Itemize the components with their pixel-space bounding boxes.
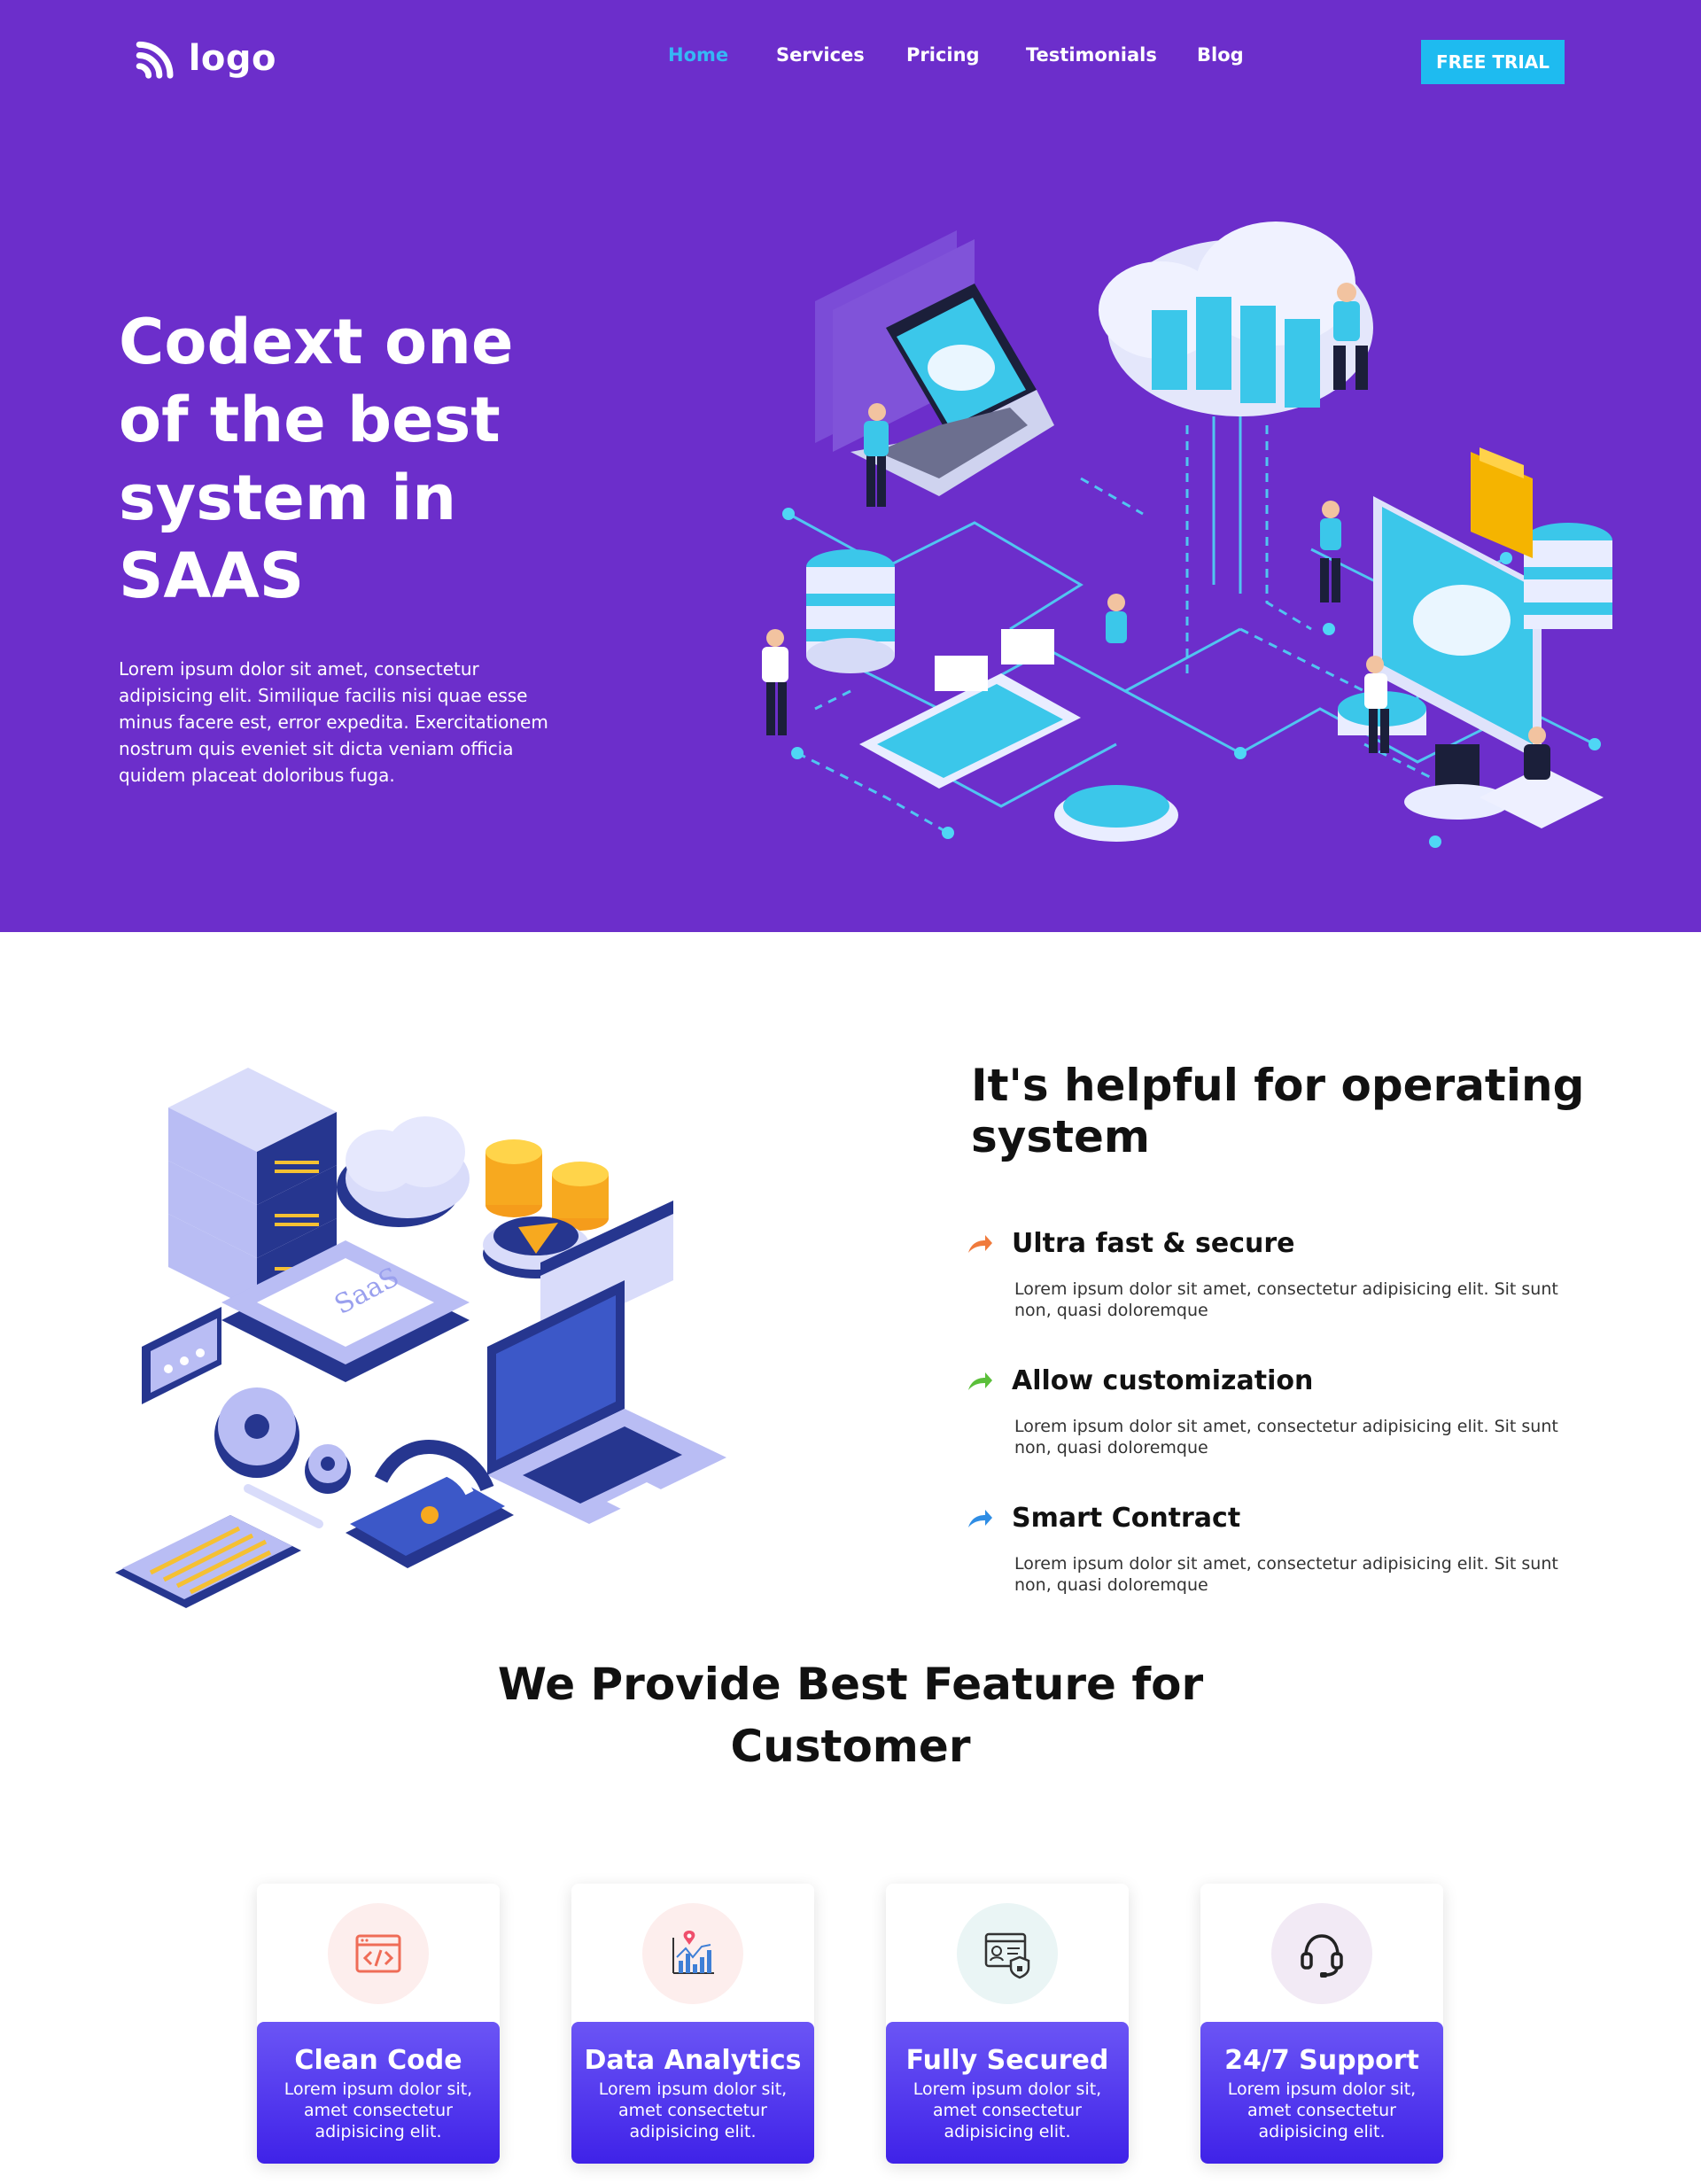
headset-icon xyxy=(1301,1934,1343,1978)
card-body: Clean Code Lorem ipsum dolor sit, amet c… xyxy=(257,2022,500,2164)
feature-title: Allow customization xyxy=(1012,1365,1314,1396)
feature-customization: Allow customization Lorem ipsum dolor si… xyxy=(966,1365,1568,1458)
card-icon-circle xyxy=(642,1903,743,2004)
analytics-icon xyxy=(672,1931,714,1974)
hero-illustration xyxy=(762,222,1612,848)
nav-pricing[interactable]: Pricing xyxy=(906,44,980,66)
feature-card-support[interactable]: 24/7 Support Lorem ipsum dolor sit, amet… xyxy=(1200,1884,1443,2164)
feature-text: Lorem ipsum dolor sit amet, consectetur … xyxy=(1014,1417,1558,1457)
nav-blog[interactable]: Blog xyxy=(1197,44,1244,66)
feature-text: Lorem ipsum dolor sit amet, consectetur … xyxy=(1014,1279,1558,1320)
card-text: Lorem ipsum dolor sit, amet consectetur … xyxy=(598,2079,788,2141)
nav-home[interactable]: Home xyxy=(668,44,728,66)
hero-section: logo Home Services Pricing Testimonials … xyxy=(0,0,1701,932)
card-title: Fully Secured xyxy=(905,2045,1109,2076)
card-text: Lorem ipsum dolor sit, amet consectetur … xyxy=(913,2079,1102,2141)
security-icon xyxy=(984,1932,1030,1979)
nav-testimonials[interactable]: Testimonials xyxy=(1026,44,1157,66)
card-text: Lorem ipsum dolor sit, amet consectetur … xyxy=(284,2079,473,2141)
card-body: Data Analytics Lorem ipsum dolor sit, am… xyxy=(571,2022,814,2164)
hero-title: Codext one of the best system in SAAS xyxy=(119,306,514,612)
card-title: 24/7 Support xyxy=(1224,2045,1419,2076)
arrow-icon xyxy=(968,1234,992,1253)
arrow-icon xyxy=(968,1372,992,1390)
feature-card-clean-code[interactable]: Clean Code Lorem ipsum dolor sit, amet c… xyxy=(257,1884,500,2164)
feature-ultra-fast: Ultra fast & secure Lorem ipsum dolor si… xyxy=(966,1228,1568,1321)
hero-description: Lorem ipsum dolor sit amet, consectetur … xyxy=(119,658,548,786)
feature-card-data-analytics[interactable]: Data Analytics Lorem ipsum dolor sit, am… xyxy=(571,1884,814,2164)
feature-smart-contract: Smart Contract Lorem ipsum dolor sit ame… xyxy=(966,1503,1568,1596)
card-title: Clean Code xyxy=(294,2045,462,2076)
arrow-icon xyxy=(968,1509,992,1527)
card-icon-circle xyxy=(328,1903,429,2004)
nav-services[interactable]: Services xyxy=(776,44,865,66)
feature-card-fully-secured[interactable]: Fully Secured Lorem ipsum dolor sit, ame… xyxy=(886,1884,1129,2164)
feature-title: Smart Contract xyxy=(1012,1503,1241,1534)
os-section-title: It's helpful for operating system xyxy=(971,1060,1585,1162)
feature-text: Lorem ipsum dolor sit amet, consectetur … xyxy=(1014,1554,1558,1595)
card-icon-circle xyxy=(957,1903,1058,2004)
card-body: 24/7 Support Lorem ipsum dolor sit, amet… xyxy=(1200,2022,1443,2164)
card-text: Lorem ipsum dolor sit, amet consectetur … xyxy=(1227,2079,1417,2141)
code-icon xyxy=(355,1934,401,1973)
feature-title: Ultra fast & secure xyxy=(1012,1228,1295,1259)
card-body: Fully Secured Lorem ipsum dolor sit, ame… xyxy=(886,2022,1129,2164)
card-icon-circle xyxy=(1271,1903,1372,2004)
card-title: Data Analytics xyxy=(584,2045,802,2076)
best-feature-title: We Provide Best Feature for Customer xyxy=(497,1659,1204,1772)
free-trial-button[interactable]: FREE TRIAL xyxy=(1421,40,1565,84)
saas-illustration: SaaS xyxy=(115,1068,726,1608)
